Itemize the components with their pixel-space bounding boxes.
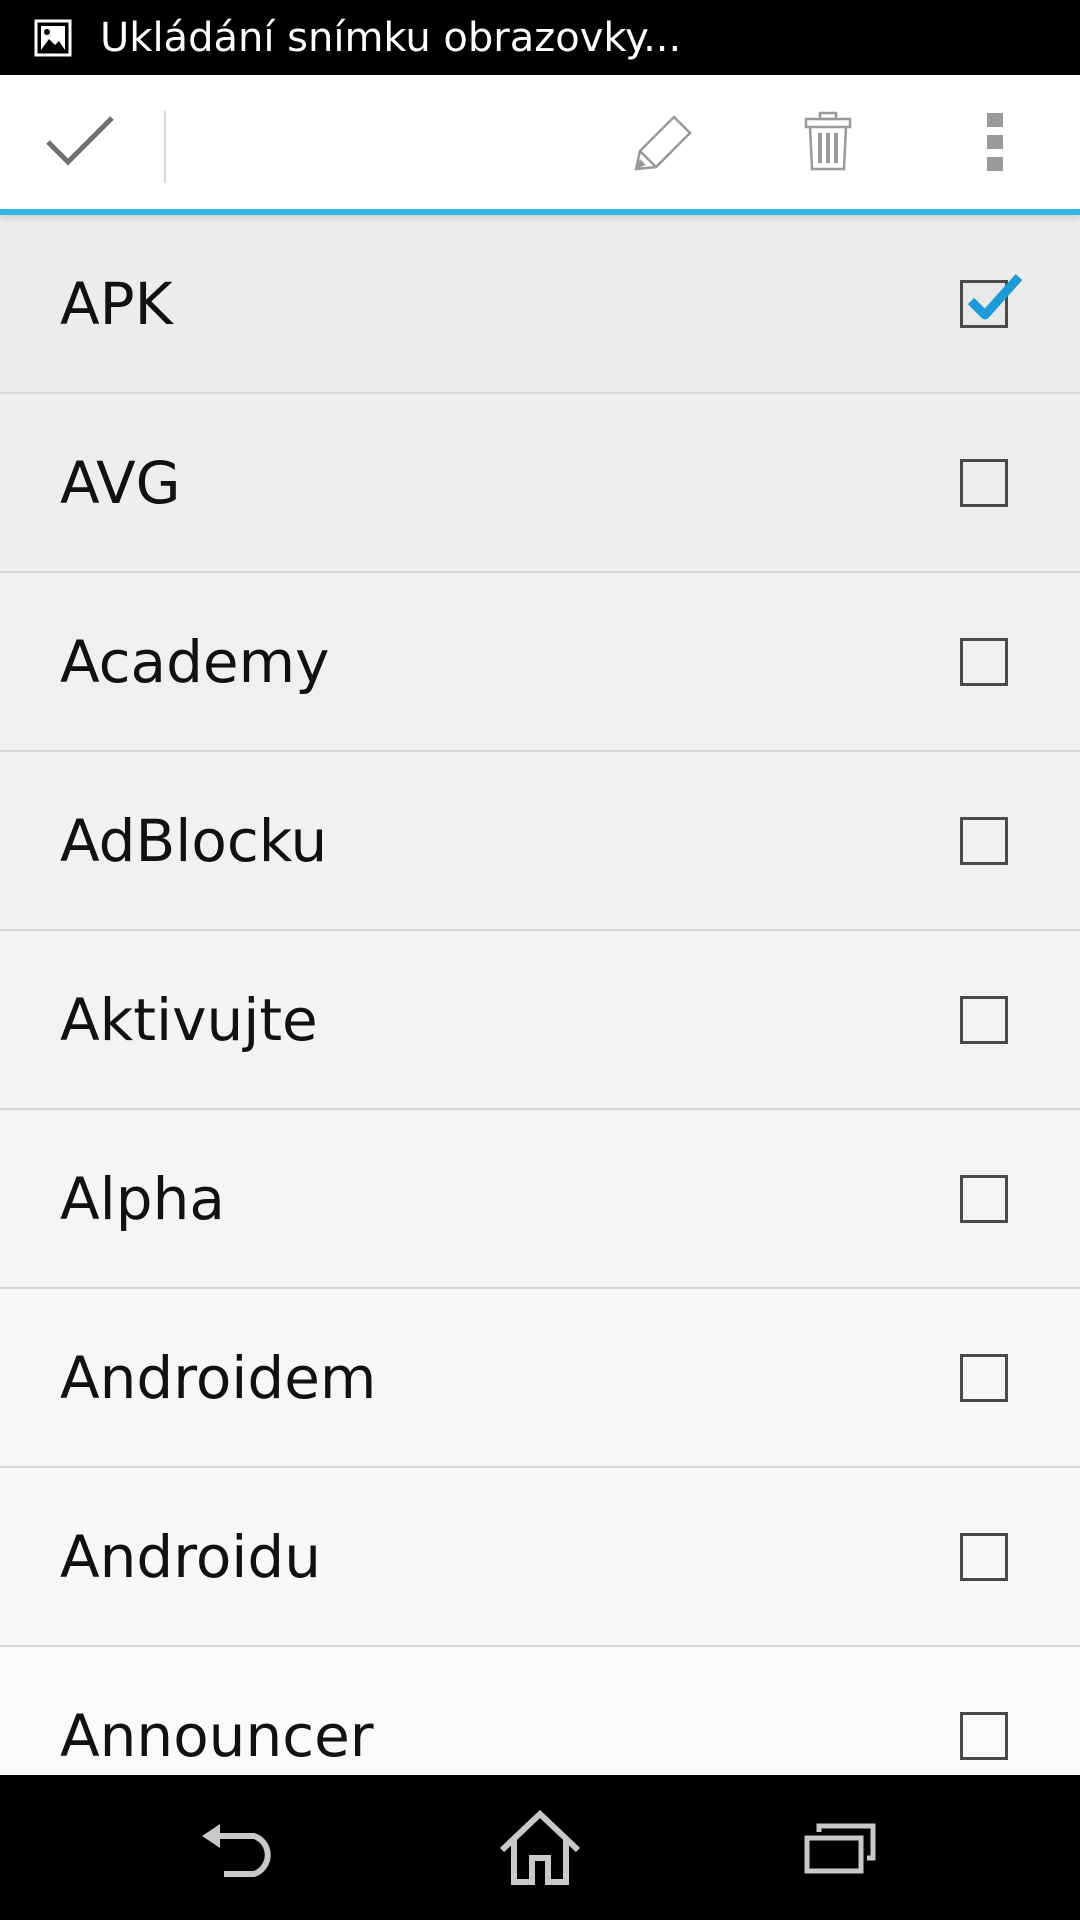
list-item-checkbox[interactable]: [960, 1711, 1008, 1760]
status-bar: Ukládání snímku obrazovky...: [0, 0, 1080, 75]
list-item[interactable]: AdBlocku: [0, 752, 1080, 931]
list-item-checkbox[interactable]: [960, 1353, 1008, 1402]
list-item-label: Alpha: [60, 1164, 225, 1233]
list-item-checkbox[interactable]: [960, 1174, 1008, 1223]
list-item[interactable]: Androidem: [0, 1289, 1080, 1468]
list-item-label: Androidu: [60, 1522, 321, 1591]
list-item[interactable]: Academy: [0, 573, 1080, 752]
list-item-checkbox[interactable]: [960, 995, 1008, 1044]
list-item[interactable]: Announcer: [0, 1647, 1080, 1775]
checkmark-icon: [46, 116, 114, 166]
back-icon: [202, 1823, 271, 1877]
list-item-checkbox[interactable]: [960, 458, 1008, 507]
list-item-label: AdBlocku: [60, 806, 328, 875]
status-notification-text: Ukládání snímku obrazovky...: [100, 14, 682, 61]
recents-icon: [804, 1823, 876, 1873]
list-item-checkbox[interactable]: [960, 637, 1008, 686]
checkmark-icon: [967, 273, 1023, 319]
navigation-bar: [0, 1775, 1080, 1920]
edit-button[interactable]: [598, 75, 728, 209]
pencil-icon: [634, 115, 692, 171]
recents-button[interactable]: [750, 1775, 930, 1920]
overflow-menu-button[interactable]: [930, 75, 1060, 209]
overflow-menu-icon: [987, 113, 1003, 171]
list-item[interactable]: Aktivujte: [0, 931, 1080, 1110]
trash-icon: [804, 111, 852, 171]
back-button[interactable]: [150, 1775, 330, 1920]
list-item-label: Androidem: [60, 1343, 377, 1412]
list-item-checkbox[interactable]: [960, 273, 1023, 328]
item-list[interactable]: APK AVG Academy AdBlocku Aktivujte Alpha Andro…: [0, 215, 1080, 1775]
list-item[interactable]: APK: [0, 215, 1080, 394]
list-item-label: Aktivujte: [60, 985, 318, 1054]
list-item-label: AVG: [60, 448, 181, 517]
list-item-checkbox[interactable]: [960, 1532, 1008, 1581]
list-item[interactable]: Alpha: [0, 1110, 1080, 1289]
list-item-label: Academy: [60, 627, 330, 696]
done-button[interactable]: [0, 75, 160, 209]
list-item[interactable]: Androidu: [0, 1468, 1080, 1647]
list-item[interactable]: AVG: [0, 394, 1080, 573]
list-item-checkbox[interactable]: [960, 816, 1008, 865]
action-bar-divider: [164, 111, 166, 183]
home-button[interactable]: [450, 1775, 630, 1920]
screen: Ukládání snímku obrazovky... APK AVG Aca…: [0, 0, 1080, 1920]
list-item-label: APK: [60, 269, 173, 338]
action-bar: [0, 75, 1080, 215]
image-icon: [34, 19, 72, 56]
home-icon: [499, 1809, 581, 1885]
list-item-label: Announcer: [60, 1701, 374, 1770]
delete-button[interactable]: [763, 75, 893, 209]
